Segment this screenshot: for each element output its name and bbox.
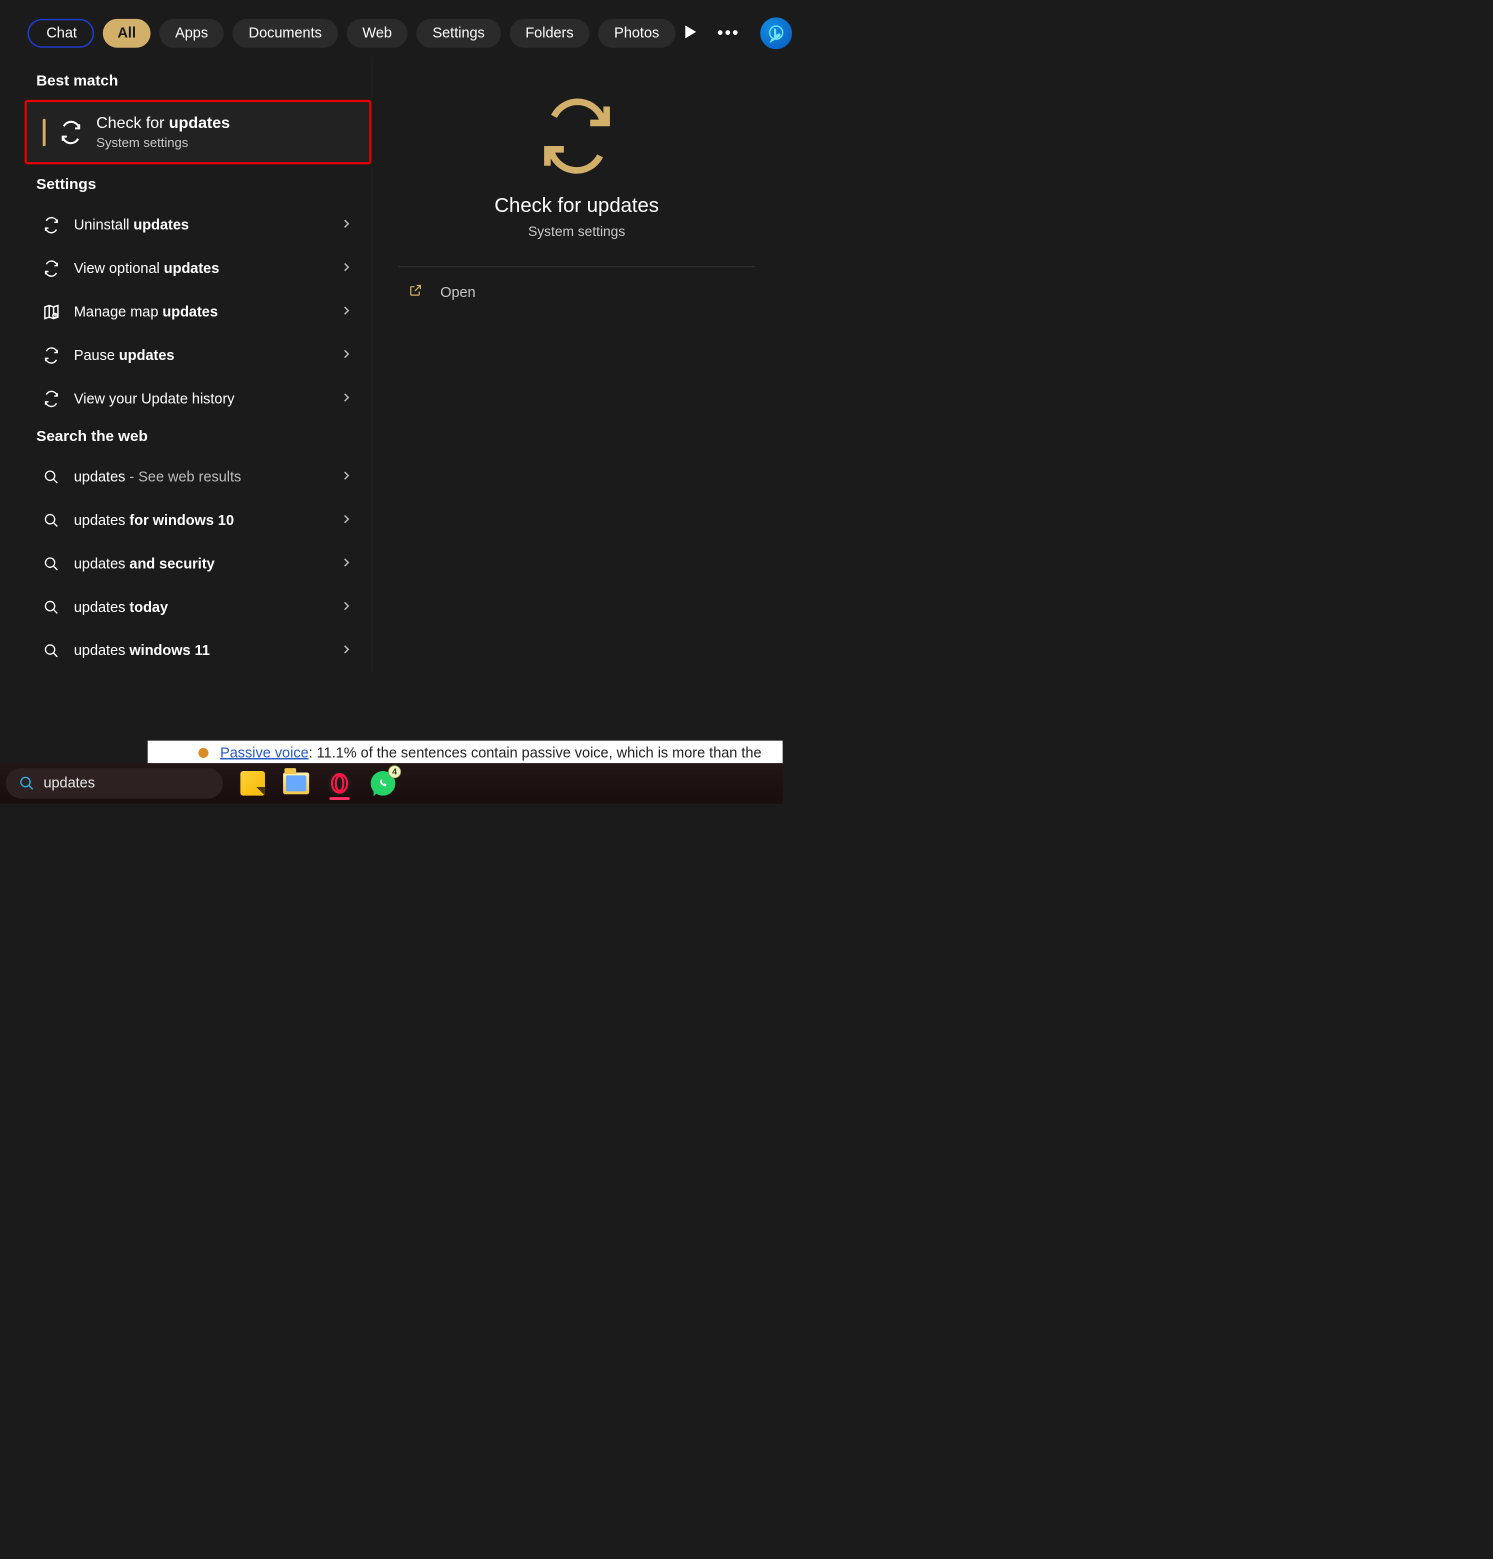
- settings-result-1[interactable]: View optional updates: [13, 247, 371, 290]
- yoast-bullet-icon: [198, 748, 208, 758]
- chevron-right-icon: [342, 644, 351, 657]
- section-search-web: Search the web: [13, 421, 371, 456]
- chevron-right-icon: [342, 392, 351, 405]
- taskbar-search-text: updates: [43, 775, 95, 792]
- web-result-4[interactable]: updates windows 11: [13, 629, 371, 672]
- open-external-icon: [408, 283, 424, 302]
- tab-web[interactable]: Web: [346, 19, 407, 48]
- web-result-label: updates - See web results: [74, 469, 330, 486]
- taskbar: updates 4: [0, 763, 783, 804]
- settings-result-2[interactable]: Manage map updates: [13, 290, 371, 333]
- sync-icon: [42, 216, 61, 233]
- tab-web-label: Web: [362, 25, 392, 42]
- taskbar-search[interactable]: updates: [6, 768, 223, 798]
- settings-result-0[interactable]: Uninstall updates: [13, 203, 371, 246]
- selection-indicator: [43, 118, 46, 146]
- sticky-notes-app[interactable]: [239, 770, 267, 798]
- web-result-1[interactable]: updates for windows 10: [13, 499, 371, 542]
- preview-pane: Check for updates System settings Open: [371, 56, 769, 672]
- search-icon: [42, 643, 61, 659]
- sticky-notes-icon: [240, 771, 265, 796]
- chevron-right-icon: [342, 514, 351, 527]
- chevron-right-icon: [342, 306, 351, 319]
- tab-settings-label: Settings: [432, 25, 484, 42]
- results-pane: Best match Check for updates System sett…: [13, 56, 371, 672]
- preview-title: Check for updates: [391, 194, 762, 217]
- settings-result-label: View your Update history: [74, 391, 330, 408]
- preview-subtitle: System settings: [391, 224, 762, 240]
- search-icon: [42, 513, 61, 529]
- tab-all-label: All: [117, 25, 136, 42]
- sync-icon: [42, 260, 61, 277]
- settings-result-label: View optional updates: [74, 260, 330, 277]
- file-explorer-app[interactable]: [282, 770, 310, 798]
- tab-photos-label: Photos: [614, 25, 659, 42]
- tab-chat[interactable]: Chat: [28, 19, 95, 48]
- chevron-right-icon: [342, 557, 351, 570]
- chevron-right-icon: [342, 471, 351, 484]
- section-best-match: Best match: [13, 65, 371, 100]
- best-match-subtitle: System settings: [96, 135, 230, 150]
- more-options-button[interactable]: •••: [717, 23, 740, 43]
- web-result-label: updates for windows 10: [74, 512, 330, 529]
- passive-voice-text: : 11.1% of the sentences contain passive…: [309, 745, 762, 762]
- passive-voice-link[interactable]: Passive voice: [220, 745, 309, 762]
- search-icon: [42, 599, 61, 615]
- tab-photos[interactable]: Photos: [598, 19, 675, 48]
- web-result-2[interactable]: updates and security: [13, 542, 371, 585]
- folder-icon: [283, 773, 309, 795]
- best-match-title: Check for updates: [96, 114, 230, 133]
- preview-hero-icon: [391, 100, 762, 172]
- map-icon: [42, 303, 61, 320]
- sync-icon: [42, 347, 61, 364]
- tab-settings[interactable]: Settings: [417, 19, 501, 48]
- chevron-right-icon: [342, 219, 351, 232]
- tab-documents-label: Documents: [249, 25, 322, 42]
- tab-apps-label: Apps: [175, 25, 208, 42]
- search-scope-tabs: Chat All Apps Documents Web Settings Fol…: [0, 0, 783, 56]
- search-icon: [19, 775, 35, 791]
- settings-result-4[interactable]: View your Update history: [13, 377, 371, 420]
- tab-folders-label: Folders: [525, 25, 573, 42]
- sync-icon: [42, 390, 61, 407]
- opera-icon: [327, 771, 352, 796]
- chevron-right-icon: [342, 262, 351, 275]
- tab-folders[interactable]: Folders: [509, 19, 589, 48]
- opera-app[interactable]: [326, 770, 354, 798]
- settings-result-label: Pause updates: [74, 347, 330, 364]
- open-action[interactable]: Open: [391, 267, 762, 302]
- best-match-result[interactable]: Check for updates System settings: [25, 100, 372, 164]
- tab-all[interactable]: All: [103, 19, 150, 48]
- sync-icon: [59, 120, 84, 145]
- settings-result-label: Uninstall updates: [74, 217, 330, 234]
- settings-result-label: Manage map updates: [74, 304, 330, 321]
- chevron-right-icon: [342, 601, 351, 614]
- web-result-label: updates windows 11: [74, 643, 330, 660]
- whatsapp-app[interactable]: 4: [369, 770, 397, 798]
- web-result-label: updates today: [74, 599, 330, 616]
- search-icon: [42, 469, 61, 485]
- notification-badge: 4: [388, 765, 401, 778]
- web-result-0[interactable]: updates - See web results: [13, 455, 371, 498]
- tab-apps[interactable]: Apps: [159, 19, 224, 48]
- section-settings: Settings: [13, 169, 371, 204]
- tab-documents[interactable]: Documents: [233, 19, 338, 48]
- background-browser-content: Passive voice : 11.1% of the sentences c…: [148, 741, 783, 766]
- open-label: Open: [440, 284, 475, 301]
- web-result-3[interactable]: updates today: [13, 586, 371, 629]
- active-app-indicator: [329, 797, 349, 800]
- web-result-label: updates and security: [74, 556, 330, 573]
- bing-chat-button[interactable]: [760, 17, 792, 49]
- media-play-icon[interactable]: [684, 25, 697, 42]
- search-icon: [42, 556, 61, 572]
- settings-result-3[interactable]: Pause updates: [13, 334, 371, 377]
- tab-chat-label: Chat: [46, 25, 77, 42]
- chevron-right-icon: [342, 349, 351, 362]
